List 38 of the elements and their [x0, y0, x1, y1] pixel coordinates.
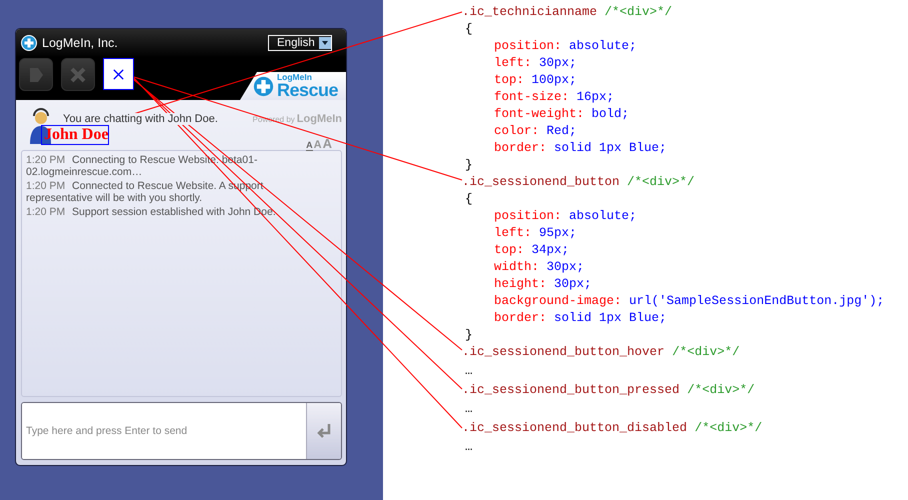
- code-line: background-image: url('SampleSessionEndButton.jpg');: [494, 293, 884, 310]
- code-line: {: [465, 191, 473, 208]
- code-line: border: solid 1px Blue;: [494, 140, 667, 157]
- code-line: font-size: 16px;: [494, 89, 614, 106]
- code-line: .ic_sessionend_button_pressed /*<div>*/: [462, 382, 755, 399]
- code-line: .ic_sessionend_button_hover /*<div>*/: [462, 344, 740, 361]
- code-line: left: 30px;: [494, 55, 577, 72]
- code-line: .ic_sessionend_button /*<div>*/: [462, 174, 695, 191]
- code-line: …: [465, 439, 473, 456]
- session-end-button[interactable]: [103, 58, 134, 90]
- code-line: top: 34px;: [494, 242, 570, 259]
- plus-circle-icon: [21, 35, 37, 51]
- code-line: color: Red;: [494, 123, 577, 140]
- brand-text: LogMeIn: [296, 113, 342, 125]
- code-line: left: 95px;: [494, 225, 577, 242]
- code-line: border: solid 1px Blue;: [494, 310, 667, 327]
- caret-icon: [319, 37, 331, 49]
- plus-circle-icon: [252, 76, 274, 96]
- code-line: width: 30px;: [494, 259, 584, 276]
- code-line: {: [465, 21, 473, 38]
- code-line: top: 100px;: [494, 72, 577, 89]
- close-icon: [112, 68, 125, 80]
- code-line: …: [465, 401, 473, 418]
- code-line: …: [465, 363, 473, 380]
- chat-status-text: You are chatting with John Doe.: [63, 113, 218, 125]
- code-line: position: absolute;: [494, 38, 637, 55]
- logo-text: Rescue: [276, 81, 338, 100]
- code-line: }: [465, 157, 473, 174]
- code-line: font-weight: bold;: [494, 106, 630, 123]
- code-line: height: 30px;: [494, 276, 592, 293]
- code-line: }: [465, 327, 473, 344]
- close-icon: [68, 64, 88, 84]
- code-line: .ic_technicianname /*<div>*/: [462, 4, 672, 21]
- code-line: .ic_sessionend_button_disabled /*<div>*/: [462, 420, 762, 437]
- logo-text: LogMeIn: [276, 72, 313, 82]
- code-line: position: absolute;: [494, 208, 637, 225]
- language-dropdown[interactable]: English: [268, 35, 332, 51]
- window-title: LogMeIn, Inc.: [42, 36, 119, 50]
